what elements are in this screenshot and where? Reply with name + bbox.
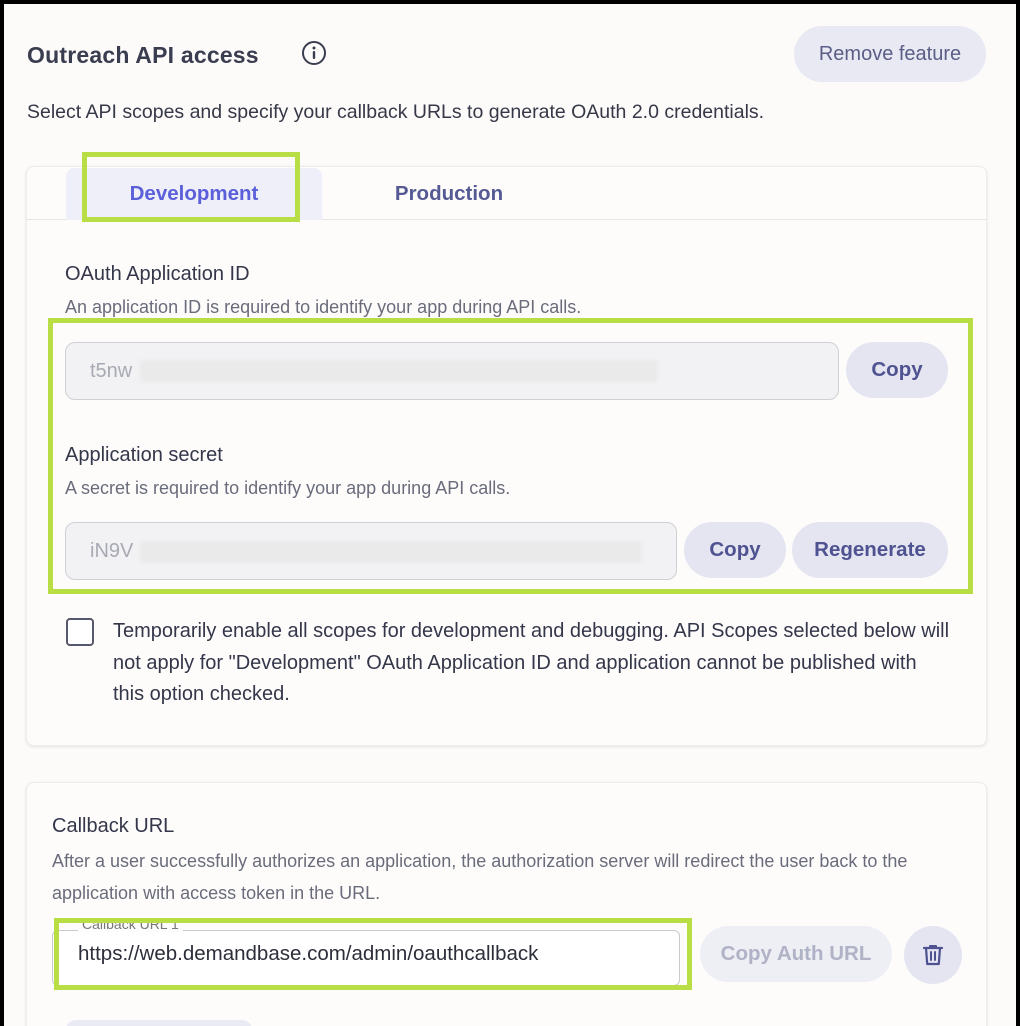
tab-development[interactable]: Development xyxy=(66,168,322,220)
remove-feature-button[interactable]: Remove feature xyxy=(794,26,986,82)
callback-help: After a user successfully authorizes an … xyxy=(52,851,908,903)
oauth-id-help: An application ID is required to identif… xyxy=(65,297,582,317)
redacted-secret xyxy=(140,541,642,563)
callback-label: Callback URL xyxy=(52,815,175,837)
tab-production[interactable]: Production xyxy=(334,168,564,220)
enable-all-scopes-text: Temporarily enable all scopes for develo… xyxy=(113,620,950,705)
redacted-oauth-id xyxy=(140,360,658,382)
page-subtitle: Select API scopes and specify your callb… xyxy=(27,101,765,123)
copy-auth-url-button[interactable]: Copy Auth URL xyxy=(700,926,892,982)
copy-oauth-id-button[interactable]: Copy xyxy=(846,342,948,398)
delete-callback-button[interactable] xyxy=(904,926,962,984)
enable-all-scopes-checkbox[interactable] xyxy=(66,618,94,646)
secret-label: Application secret xyxy=(65,444,223,466)
page-title: Outreach API access xyxy=(27,42,259,68)
page: Outreach API access Remove feature Selec… xyxy=(4,4,1016,1026)
oauth-id-label: OAuth Application ID xyxy=(65,263,250,285)
oauth-id-value: t5nw xyxy=(90,359,133,382)
secret-value: iN9V xyxy=(90,539,134,562)
secret-help: A secret is required to identify your ap… xyxy=(65,478,511,498)
copy-secret-button[interactable]: Copy xyxy=(684,522,786,578)
add-callback-button[interactable] xyxy=(66,1020,252,1026)
info-icon[interactable] xyxy=(301,40,327,66)
regenerate-secret-button[interactable]: Regenerate xyxy=(792,522,948,578)
trash-icon xyxy=(922,945,944,966)
callback-url-value: https://web.demandbase.com/admin/oauthca… xyxy=(78,942,539,965)
callback-url-field-label: Callback URL 1 xyxy=(78,916,183,932)
